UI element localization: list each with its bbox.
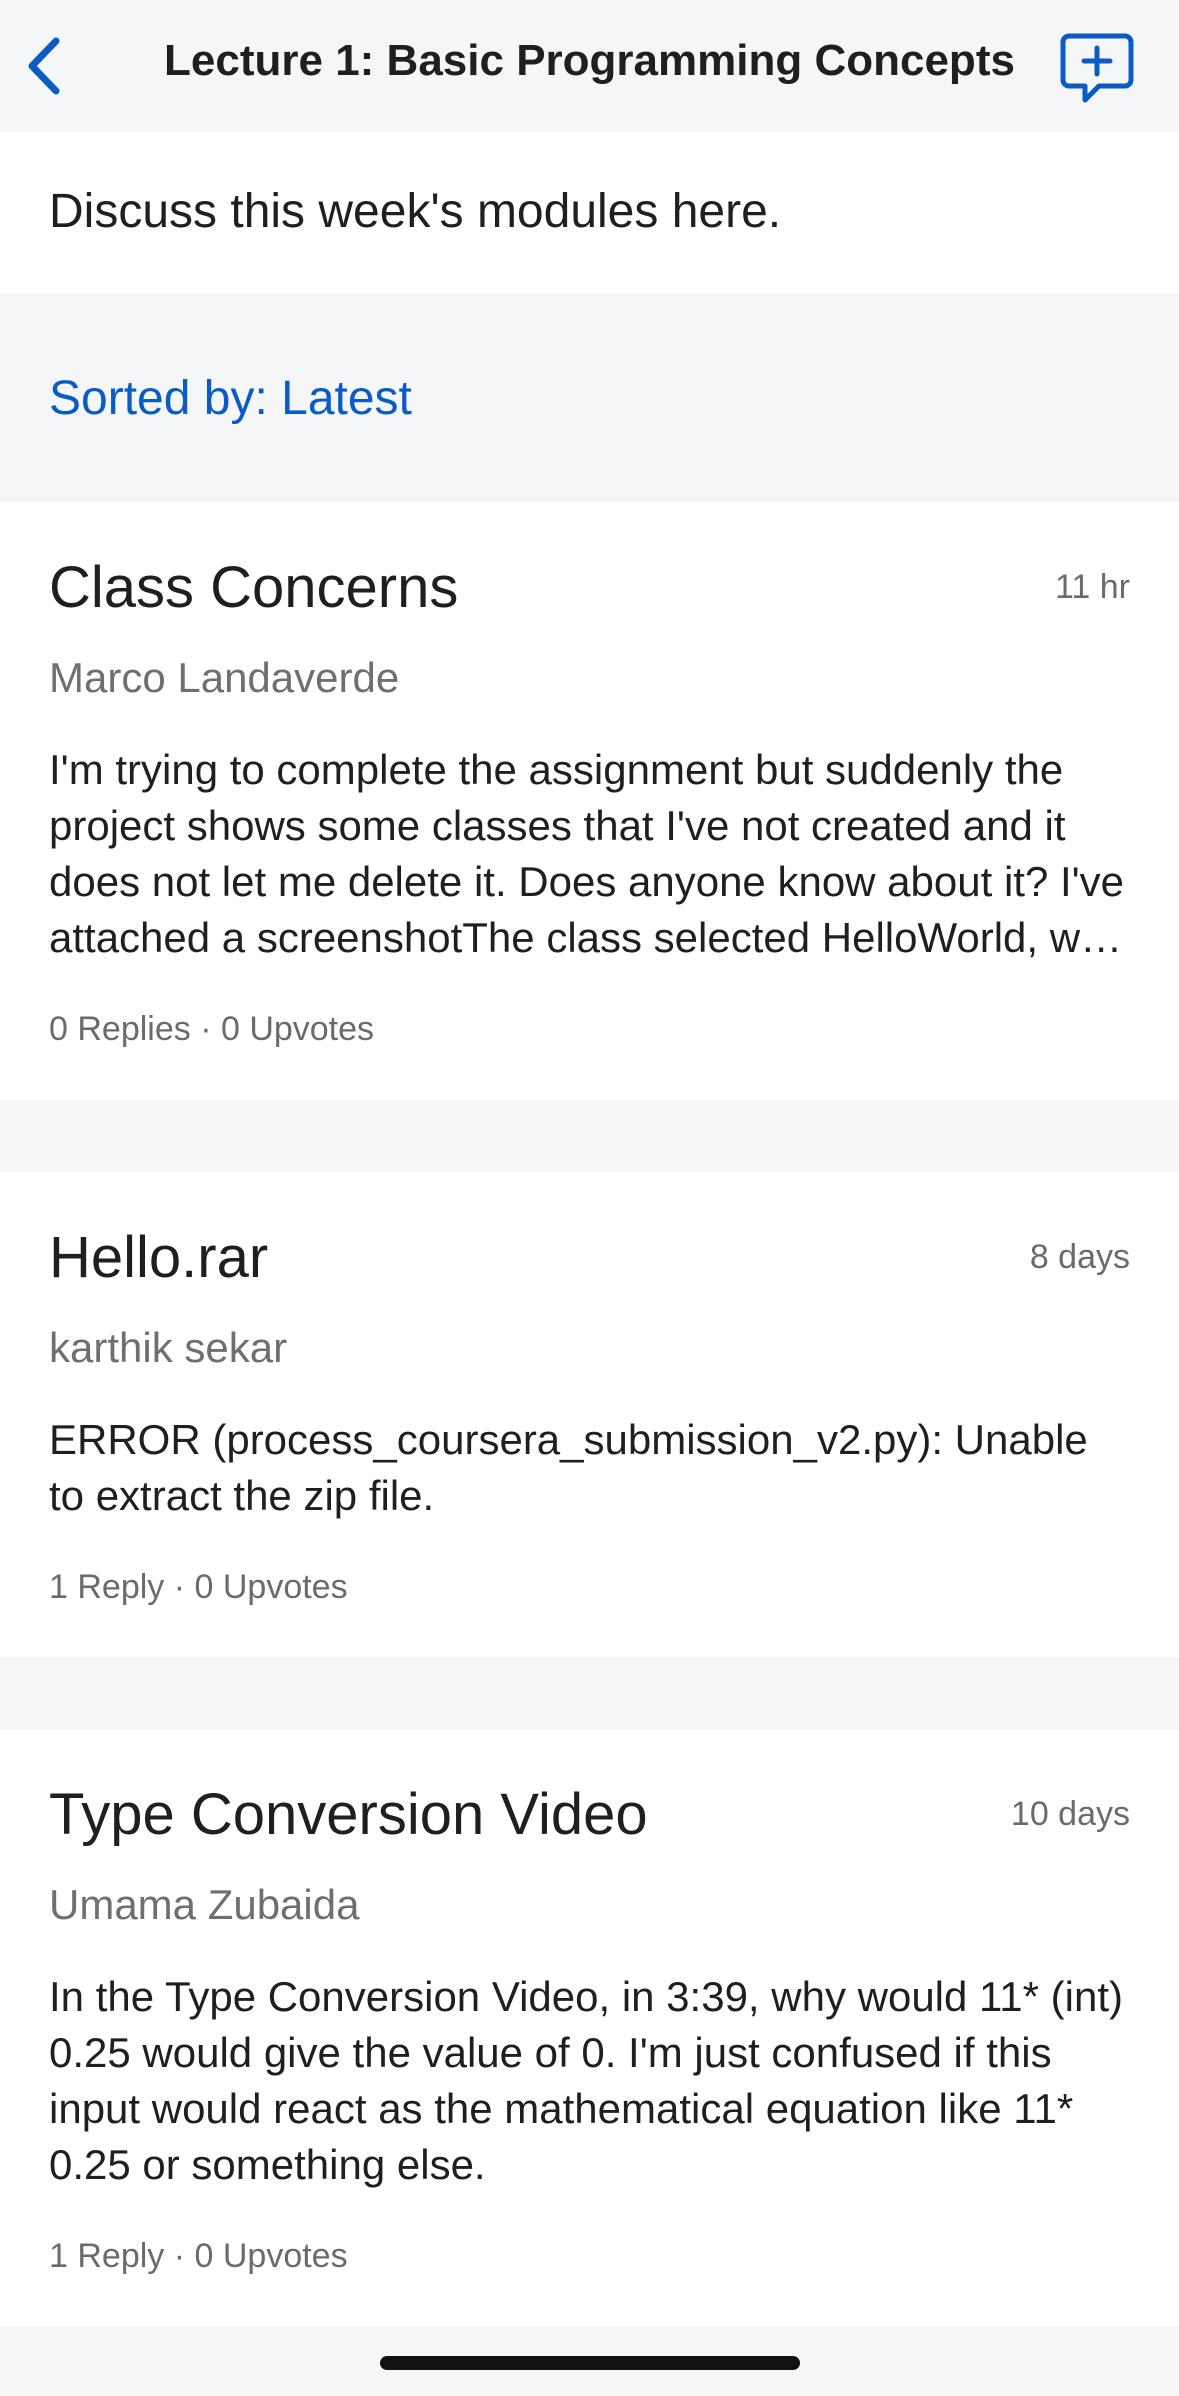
thread-title: Hello.rar	[49, 1225, 269, 1290]
top-nav-bar: Lecture 1: Basic Programming Concepts	[0, 0, 1179, 132]
thread-time: 11 hr	[1055, 568, 1130, 606]
thread-preview: ERROR (process_coursera_submission_v2.py…	[49, 1416, 1088, 1519]
home-indicator	[380, 2356, 800, 2370]
sort-button[interactable]: Sorted by: Latest	[49, 371, 412, 426]
thread-stats: 1 Reply · 0 Upvotes	[49, 1568, 348, 1606]
new-post-icon	[1060, 33, 1134, 103]
thread-time: 8 days	[1029, 1238, 1130, 1276]
thread-time: 10 days	[1010, 1795, 1130, 1833]
new-post-button[interactable]	[1055, 26, 1139, 110]
thread-card[interactable]: Class Concerns 11 hr Marco Landaverde I'…	[0, 502, 1179, 1100]
thread-author: Umama Zubaida	[49, 1881, 360, 1928]
forum-description-text: Discuss this week's modules here.	[49, 185, 782, 238]
thread-preview: I'm trying to complete the assignment bu…	[49, 746, 1125, 961]
thread-preview: In the Type Conversion Video, in 3:39, w…	[49, 1973, 1123, 2188]
thread-stats: 1 Reply · 0 Upvotes	[49, 2237, 348, 2275]
thread-title: Class Concerns	[49, 555, 459, 620]
page-title: Lecture 1: Basic Programming Concepts	[164, 36, 1015, 85]
thread-author: karthik sekar	[49, 1324, 288, 1371]
chevron-left-icon	[28, 37, 60, 95]
thread-card[interactable]: Type Conversion Video 10 days Umama Zuba…	[0, 1729, 1179, 2327]
thread-title: Type Conversion Video	[49, 1782, 648, 1847]
thread-author: Marco Landaverde	[49, 654, 400, 701]
forum-description: Discuss this week's modules here.	[0, 132, 1179, 293]
thread-stats: 0 Replies · 0 Upvotes	[49, 1010, 375, 1048]
thread-card[interactable]: Hello.rar 8 days karthik sekar ERROR (pr…	[0, 1172, 1179, 1657]
back-button[interactable]	[14, 20, 74, 112]
sort-bar: Sorted by: Latest	[0, 293, 1179, 501]
